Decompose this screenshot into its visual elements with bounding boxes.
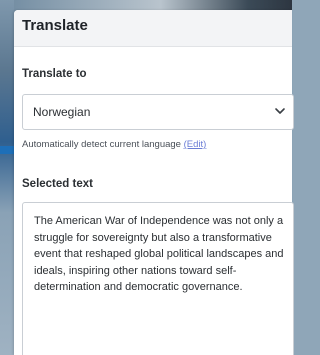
selected-text-area[interactable]: The American War of Independence was not… [22,202,294,355]
translate-to-label: Translate to [22,68,87,80]
selected-text-label: Selected text [22,178,93,190]
selected-language: Norwegian [33,105,91,119]
background-accent-stripe [0,146,14,154]
panel-title: Translate [22,17,88,34]
background-blur-left [0,0,14,355]
chevron-down-icon [275,108,285,114]
edit-detection-link[interactable]: (Edit) [184,139,207,150]
auto-detect-text: Automatically detect current language [22,139,181,150]
panel-header: Translate [14,10,292,47]
translate-panel: Translate Translate to Norwegian Automat… [14,10,294,355]
language-select[interactable]: Norwegian [22,94,294,130]
auto-detect-note: Automatically detect current language (E… [22,139,206,150]
